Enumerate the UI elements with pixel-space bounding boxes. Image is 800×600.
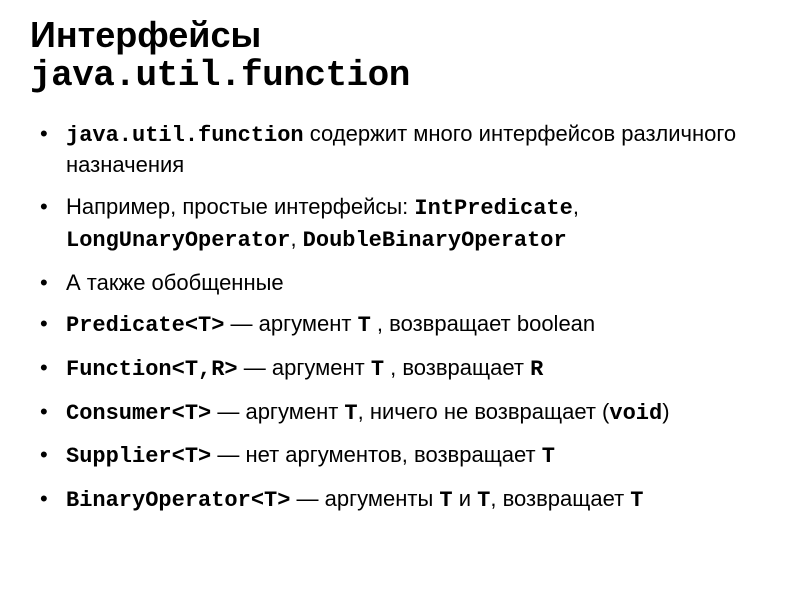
code-type-arg: T — [358, 313, 371, 338]
code-type-arg: T — [477, 488, 490, 513]
bullet-item: Supplier<T> — нет аргументов, возвращает… — [60, 440, 770, 472]
text: — аргументы — [290, 486, 439, 511]
code-type: Function<T,R> — [66, 357, 238, 382]
text: и — [453, 486, 478, 511]
code-type: DoubleBinaryOperator — [303, 228, 567, 253]
text: Например, простые интерфейсы: — [66, 194, 414, 219]
text: , возвращает — [490, 486, 630, 511]
text: , — [573, 194, 579, 219]
text: ) — [662, 399, 669, 424]
code-type-arg: T — [344, 401, 357, 426]
code-type: LongUnaryOperator — [66, 228, 290, 253]
slide: Интерфейсы java.util.function java.util.… — [0, 0, 800, 548]
bullet-item: BinaryOperator<T> — аргументы T и T, воз… — [60, 484, 770, 516]
bullet-item: Например, простые интерфейсы: IntPredica… — [60, 192, 770, 255]
bullet-item: А также обобщенные — [60, 268, 770, 298]
code-type: IntPredicate — [414, 196, 572, 221]
text: , ничего не возвращает ( — [358, 399, 610, 424]
text: , — [290, 226, 302, 251]
text: , возвращает — [384, 355, 530, 380]
title-line-2: java.util.function — [30, 55, 770, 96]
code-type: Supplier<T> — [66, 444, 211, 469]
code-type-arg: T — [371, 357, 384, 382]
bullet-list: java.util.function содержит много интерф… — [30, 119, 770, 516]
bullet-item: Consumer<T> — аргумент T, ничего не возв… — [60, 397, 770, 429]
bullet-item: Predicate<T> — аргумент T , возвращает b… — [60, 309, 770, 341]
code-type: Predicate<T> — [66, 313, 224, 338]
code-type-arg: T — [439, 488, 452, 513]
bullet-item: java.util.function содержит много интерф… — [60, 119, 770, 180]
slide-title: Интерфейсы java.util.function — [30, 14, 770, 97]
code-return: T — [542, 444, 555, 469]
text: А также обобщенные — [66, 270, 284, 295]
code-return: R — [530, 357, 543, 382]
text: — аргумент — [211, 399, 344, 424]
code-type: Consumer<T> — [66, 401, 211, 426]
text: — аргумент — [238, 355, 371, 380]
code-void: void — [609, 401, 662, 426]
bullet-item: Function<T,R> — аргумент T , возвращает … — [60, 353, 770, 385]
code-return: T — [630, 488, 643, 513]
text: , возвращает boolean — [371, 311, 595, 336]
code-type: BinaryOperator<T> — [66, 488, 290, 513]
text: — нет аргументов, возвращает — [211, 442, 542, 467]
text: — аргумент — [224, 311, 357, 336]
code-package: java.util.function — [66, 123, 304, 148]
title-line-1: Интерфейсы — [30, 14, 770, 55]
